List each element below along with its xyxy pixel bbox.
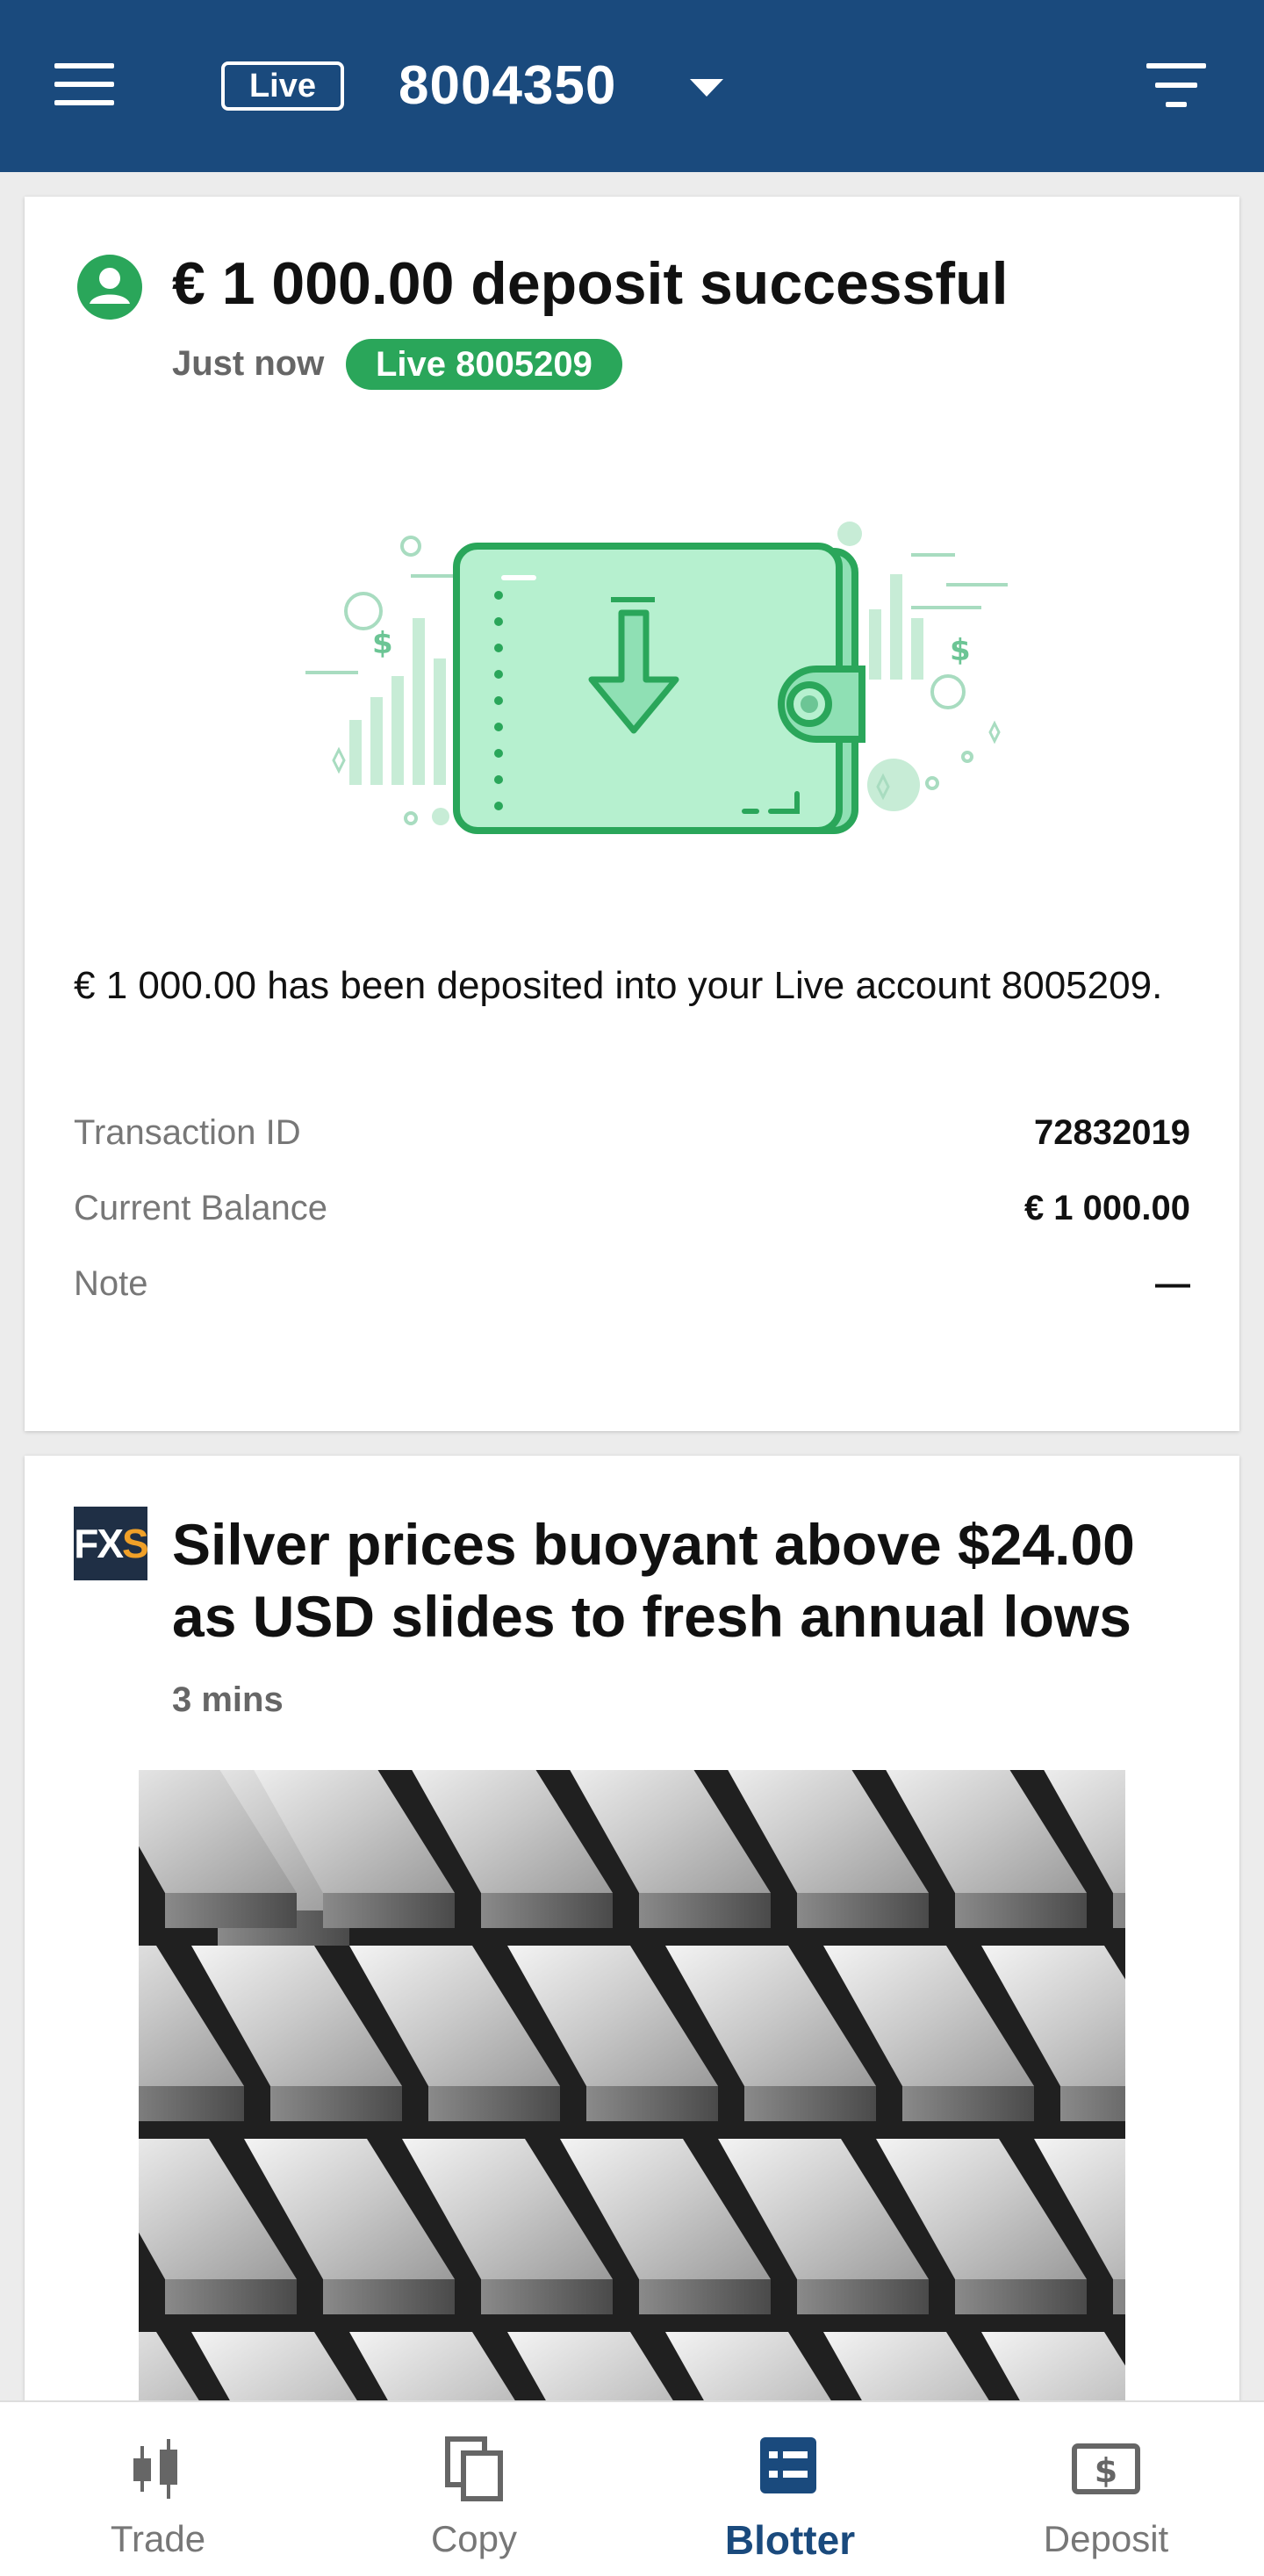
account-number[interactable]: 8004350 — [399, 54, 616, 117]
nav-label: Blotter — [724, 2517, 856, 2563]
detail-row-current-balance: Current Balance € 1 000.00 — [74, 1189, 1190, 1228]
nav-tab-blotter[interactable]: Blotter — [632, 2402, 948, 2576]
detail-row-transaction-id: Transaction ID 72832019 — [74, 1113, 1190, 1153]
candlestick-icon — [133, 2439, 177, 2499]
wallet-deposit-illustration: $ $ — [305, 522, 1008, 834]
menu-icon[interactable] — [54, 63, 114, 105]
deposit-icon: $ — [1072, 2443, 1140, 2494]
svg-text:$: $ — [1095, 2451, 1117, 2490]
detail-label: Note — [74, 1264, 148, 1303]
nav-label: Deposit — [1043, 2518, 1169, 2559]
detail-value: € 1 000.00 — [1023, 1189, 1190, 1227]
notification-time: Just now — [172, 344, 325, 383]
detail-value: 72832019 — [1034, 1113, 1190, 1152]
deposit-notification-card[interactable]: € 1 000.00 deposit successful Just now L… — [25, 197, 1239, 1431]
news-title[interactable]: Silver prices buoyant above $24.00 as US… — [172, 1508, 1208, 1652]
detail-row-note: Note — — [74, 1264, 1190, 1304]
deposit-title: € 1 000.00 deposit successful — [172, 250, 1009, 317]
nav-label: Trade — [110, 2518, 206, 2559]
svg-text:$: $ — [372, 626, 393, 661]
account-type-badge: Live — [221, 61, 344, 111]
nav-tab-trade[interactable]: Trade — [0, 2402, 316, 2576]
detail-label: Transaction ID — [74, 1113, 301, 1152]
fxstreet-logo: FX S — [74, 1507, 149, 1580]
nav-label: Copy — [430, 2518, 518, 2559]
svg-text:$: $ — [950, 633, 971, 668]
user-success-icon — [77, 255, 142, 320]
detail-value: — — [1155, 1264, 1190, 1303]
nav-tab-copy[interactable]: Copy — [316, 2402, 632, 2576]
blotter-icon — [760, 2437, 816, 2493]
nav-tab-deposit[interactable]: $ Deposit — [948, 2402, 1264, 2576]
filter-icon[interactable] — [1146, 63, 1206, 107]
account-pill: Live 8005209 — [346, 339, 622, 390]
bottom-navigation: Trade Copy Blotter $ Deposit — [0, 2400, 1264, 2576]
copy-icon — [445, 2436, 503, 2501]
detail-label: Current Balance — [74, 1189, 328, 1227]
news-time: 3 mins — [172, 1680, 284, 1719]
app-header: Live 8004350 — [0, 0, 1264, 172]
chevron-down-icon[interactable] — [690, 79, 723, 97]
deposit-message: € 1 000.00 has been deposited into your … — [74, 964, 1163, 1007]
